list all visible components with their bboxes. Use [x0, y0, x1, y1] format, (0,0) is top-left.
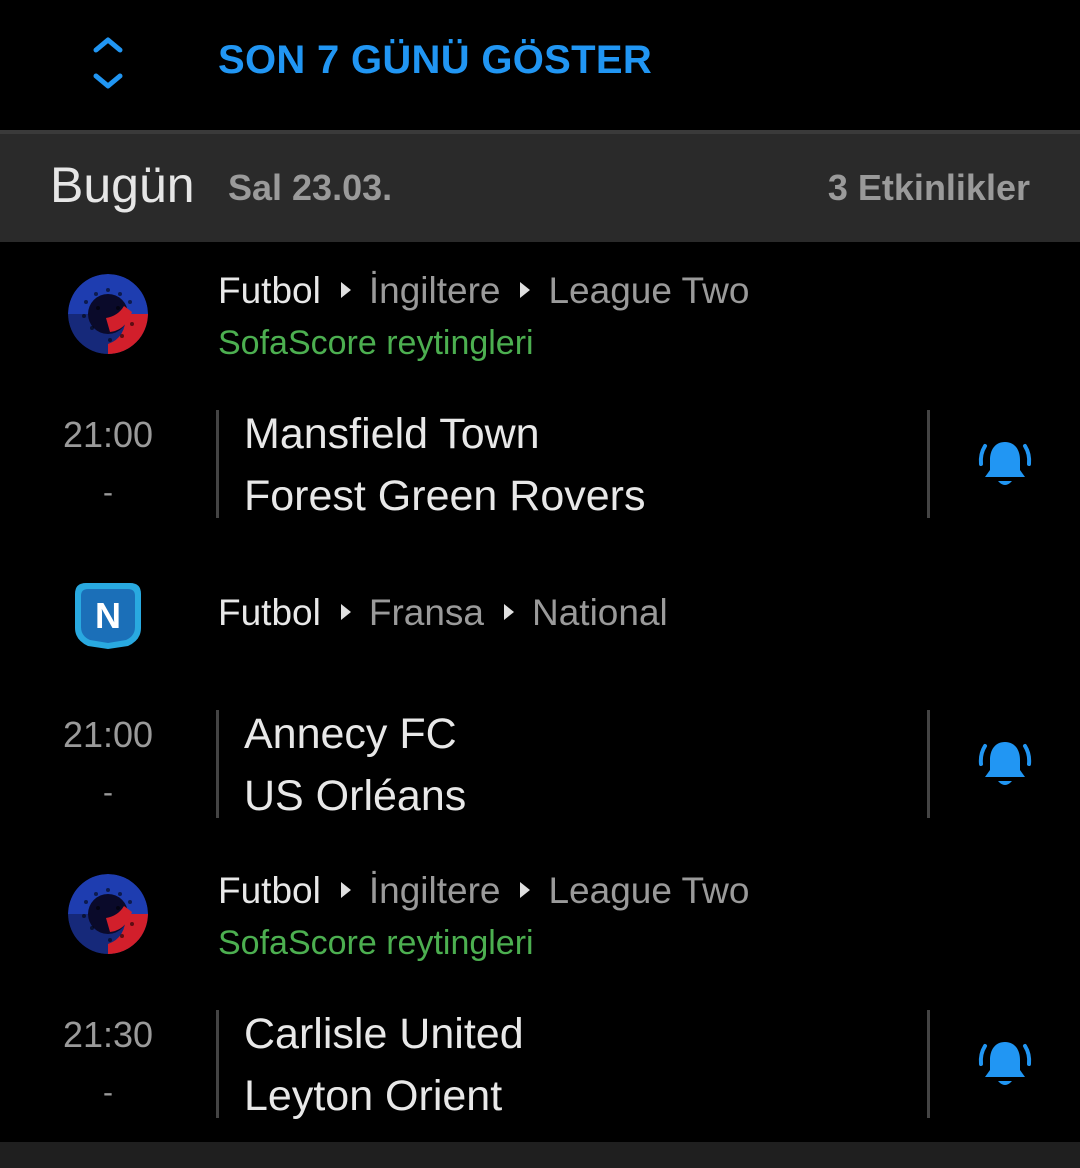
breadcrumb: Futbol Fransa National: [218, 592, 668, 634]
league-header[interactable]: Futbol İngiltere League Two SofaScore reyt…: [0, 262, 1080, 372]
arrow-right-icon: [520, 282, 531, 299]
crumb-sport: Futbol: [218, 870, 321, 911]
match-time: 21:00: [62, 414, 154, 455]
league-header[interactable]: N Futbol Fransa National: [0, 580, 1080, 660]
crumb-country: İngiltere: [368, 870, 501, 911]
bottom-edge: [0, 1142, 1080, 1168]
events-count: 3 Etkinlikler: [827, 167, 1030, 208]
breadcrumb: Futbol İngiltere League Two: [218, 270, 749, 312]
top-bar: SON 7 GÜNÜ GÖSTER: [0, 0, 1080, 130]
arrow-right-icon: [340, 604, 351, 621]
divider: [216, 710, 219, 818]
league-two-logo: [68, 274, 148, 354]
home-team: Annecy FC: [244, 710, 457, 758]
away-team: Leyton Orient: [244, 1072, 503, 1120]
national-logo-letter: N: [95, 595, 121, 636]
match-status: -: [103, 776, 113, 809]
match-row[interactable]: 21:00 - Annecy FC US Orléans: [0, 710, 1080, 820]
divider: [927, 710, 930, 818]
match-time: 21:30: [62, 1014, 154, 1055]
arrow-right-icon: [340, 282, 351, 299]
expand-collapse-icon[interactable]: [82, 32, 134, 96]
national-logo: N: [75, 583, 141, 649]
divider: [927, 1010, 930, 1118]
league-header[interactable]: Futbol İngiltere League Two SofaScore reyt…: [0, 862, 1080, 972]
breadcrumb: Futbol İngiltere League Two: [218, 870, 749, 912]
bell-notification-icon[interactable]: [976, 734, 1034, 794]
sofascore-ratings-label[interactable]: SofaScore reytingleri: [218, 924, 534, 963]
match-status: -: [103, 476, 113, 509]
show-last-7-days-button[interactable]: SON 7 GÜNÜ GÖSTER: [218, 38, 652, 83]
away-team: US Orléans: [244, 772, 467, 820]
match-time: 21:00: [62, 714, 154, 755]
crumb-league: National: [532, 592, 668, 633]
date-section-header: Bugün Sal 23.03. 3 Etkinlikler: [0, 134, 1080, 242]
league-two-logo: [68, 874, 148, 954]
arrow-right-icon: [520, 882, 531, 899]
crumb-sport: Futbol: [218, 592, 321, 633]
crumb-league: League Two: [548, 870, 750, 911]
match-row[interactable]: 21:30 - Carlisle United Leyton Orient: [0, 1010, 1080, 1120]
crumb-country: Fransa: [368, 592, 484, 633]
date-label: Sal 23.03.: [228, 167, 393, 208]
divider: [927, 410, 930, 518]
home-team: Carlisle United: [244, 1010, 524, 1058]
bell-notification-icon[interactable]: [976, 1034, 1034, 1094]
divider: [216, 410, 219, 518]
sofascore-ratings-label[interactable]: SofaScore reytingleri: [218, 324, 534, 363]
date-title: Bugün: [50, 157, 195, 213]
divider: [216, 1010, 219, 1118]
arrow-right-icon: [340, 882, 351, 899]
home-team: Mansfield Town: [244, 410, 540, 458]
crumb-sport: Futbol: [218, 270, 321, 311]
match-status: -: [103, 1076, 113, 1109]
arrow-right-icon: [504, 604, 514, 621]
match-row[interactable]: 21:00 - Mansfield Town Forest Green Rove…: [0, 410, 1080, 520]
crumb-country: İngiltere: [368, 270, 501, 311]
bell-notification-icon[interactable]: [976, 434, 1034, 494]
crumb-league: League Two: [548, 270, 750, 311]
away-team: Forest Green Rovers: [244, 472, 646, 520]
